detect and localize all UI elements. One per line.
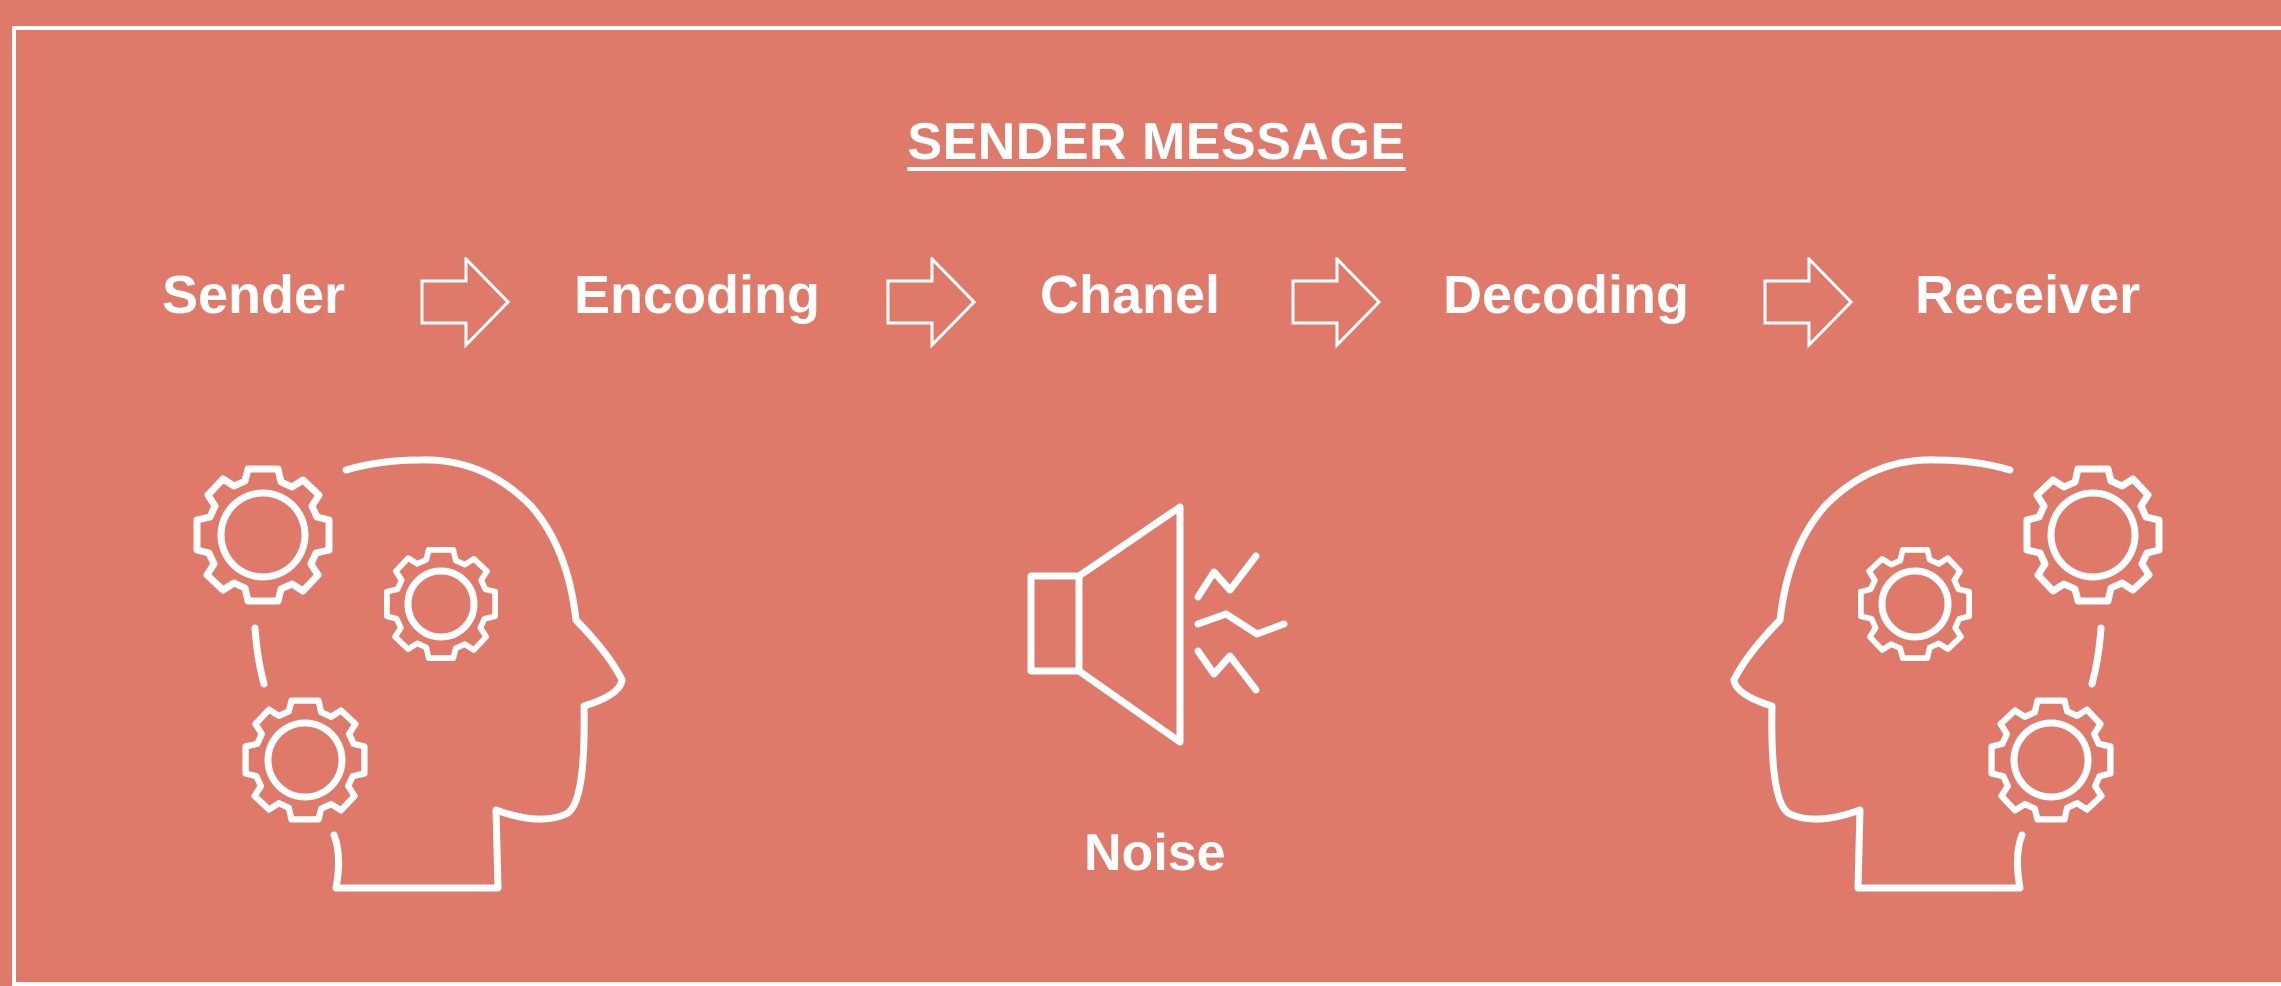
sender-head-gears-icon (150, 456, 626, 892)
arrow-right-icon (420, 257, 510, 349)
step-sender: Sender (162, 265, 346, 325)
arrow-right-icon (1763, 257, 1853, 349)
step-encoding: Encoding (574, 265, 820, 325)
diagram-title: SENDER MESSAGE (16, 112, 2281, 172)
step-chanel: Chanel (1040, 265, 1221, 325)
diagram-title-text: SENDER MESSAGE (907, 113, 1406, 171)
step-decoding: Decoding (1443, 265, 1690, 325)
noise-label: Noise (1084, 824, 1226, 882)
step-receiver: Receiver (1915, 265, 2141, 325)
receiver-head-gears-icon (1730, 456, 2170, 892)
arrow-right-icon (1291, 257, 1381, 349)
arrow-right-icon (886, 257, 976, 349)
speaker-noise-icon (1027, 503, 1288, 746)
